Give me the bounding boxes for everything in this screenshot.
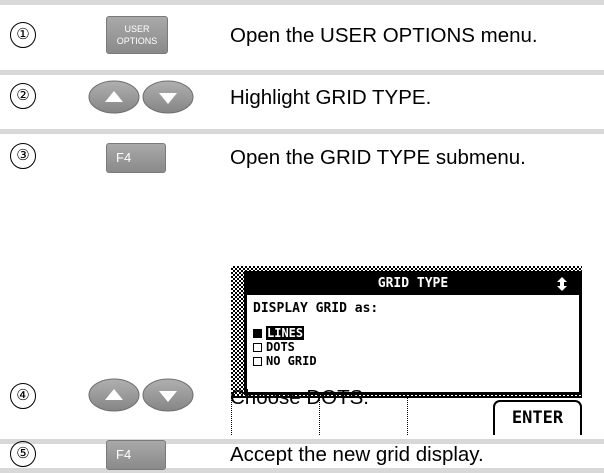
user-options-key-label-line1: USER [124, 24, 150, 34]
option-label: DOTS [266, 340, 295, 354]
option-no-grid[interactable]: NO GRID [253, 354, 317, 368]
checkbox-empty-icon [253, 343, 262, 352]
step-2-text: Highlight GRID TYPE. [230, 86, 432, 109]
up-down-arrows-icon [557, 277, 567, 291]
f4-key[interactable]: F4 [106, 143, 166, 173]
enter-softkey[interactable]: ENTER [493, 400, 582, 435]
option-label: LINES [266, 326, 305, 340]
dialog-prompt: DISPLAY GRID as: [253, 301, 379, 316]
softkey-divider [407, 398, 408, 435]
row-separator [0, 70, 604, 75]
step-number-4: ④ [10, 383, 36, 409]
step-number-1: ① [10, 22, 36, 48]
row-separator [0, 0, 604, 5]
dialog-title: GRID TYPE [377, 276, 449, 291]
up-arrow-key[interactable] [88, 80, 140, 114]
step-5-text: Accept the new grid display. [230, 443, 484, 466]
step-1-text: Open the USER OPTIONS menu. [230, 24, 538, 47]
checkbox-empty-icon [253, 357, 262, 366]
step-3-text: Open the GRID TYPE submenu. [230, 146, 526, 169]
step-number-2: ② [10, 83, 36, 109]
checkbox-checked-icon [253, 329, 262, 338]
option-dots[interactable]: DOTS [253, 340, 295, 354]
option-label: NO GRID [266, 354, 317, 368]
grid-type-dialog: GRID TYPE DISPLAY GRID as: LINES DOTS NO… [244, 271, 582, 395]
down-arrow-key[interactable] [142, 378, 194, 412]
user-options-key-label-line2: OPTIONS [116, 36, 158, 46]
step-4-text: Choose DOTS. [230, 386, 369, 409]
f4-key[interactable]: F4 [106, 440, 166, 470]
down-arrow-key[interactable] [142, 80, 194, 114]
step-number-5: ⑤ [10, 441, 36, 467]
up-arrow-key[interactable] [88, 378, 140, 412]
step-number-3: ③ [10, 143, 36, 169]
user-options-key[interactable]: USER OPTIONS [106, 16, 168, 54]
option-lines[interactable]: LINES [253, 326, 305, 340]
row-separator [0, 129, 604, 134]
row-separator [0, 468, 604, 473]
dialog-title-bar: GRID TYPE [247, 274, 579, 295]
